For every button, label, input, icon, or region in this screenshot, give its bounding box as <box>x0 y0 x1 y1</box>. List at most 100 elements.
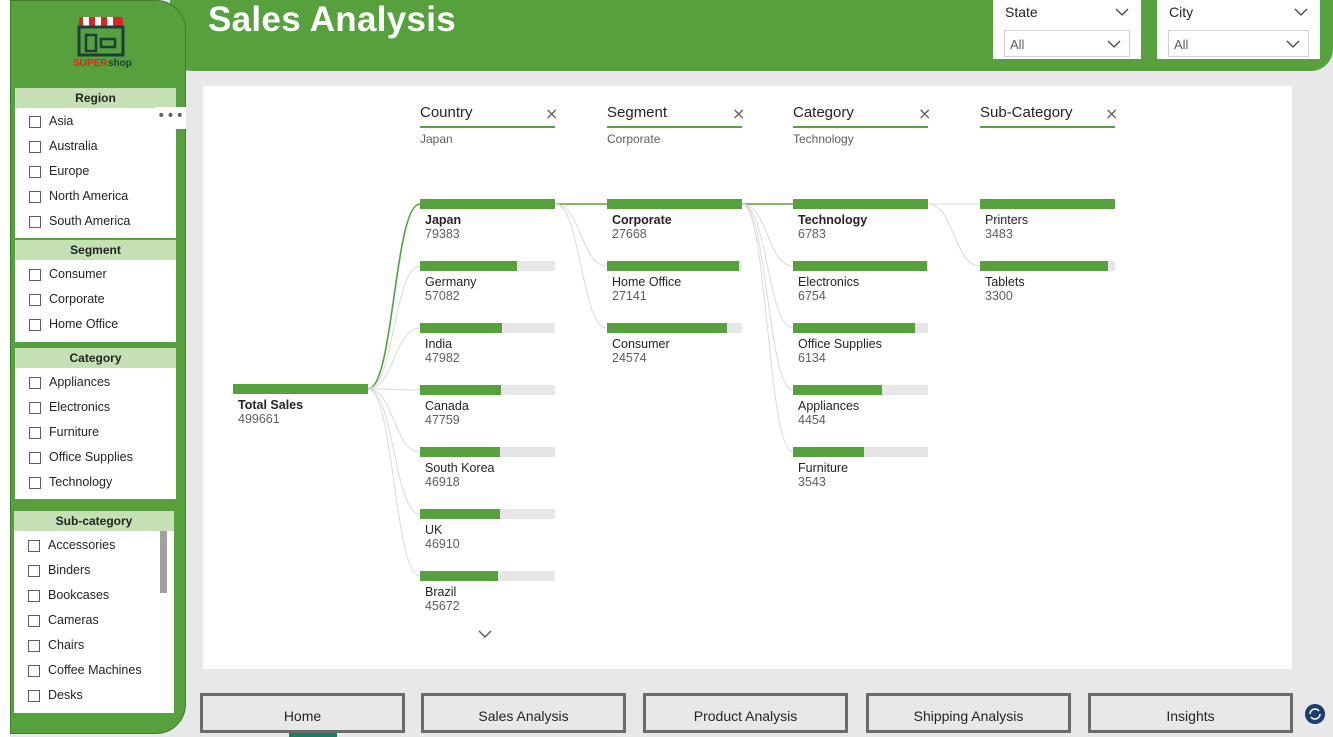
node-value: 57082 <box>425 289 460 303</box>
tree-node-canada[interactable]: Canada 47759 <box>420 385 555 427</box>
subcategory-option[interactable]: Desks <box>14 683 175 708</box>
tree-node-appliances[interactable]: Appliances 4454 <box>793 385 928 427</box>
subcategory-option[interactable]: Bookcases <box>14 583 175 608</box>
category-option[interactable]: Electronics <box>15 395 176 420</box>
tree-node-brazil[interactable]: Brazil 45672 <box>420 571 555 613</box>
node-value: 46918 <box>425 475 460 489</box>
nav-insights-button[interactable]: Insights <box>1088 693 1293 733</box>
checkbox[interactable] <box>29 477 41 489</box>
state-dropdown[interactable]: All <box>1004 30 1130 57</box>
node-label: Printers <box>985 213 1029 227</box>
node-bar <box>793 199 928 209</box>
tree-node-technology[interactable]: Technology 6783 <box>793 199 928 241</box>
region-option[interactable]: Australia <box>15 134 176 159</box>
checkbox[interactable] <box>29 166 41 178</box>
nav-home-button[interactable]: Home <box>200 693 405 733</box>
checkbox[interactable] <box>28 665 40 677</box>
level-selection: Japan <box>420 132 453 146</box>
checkbox[interactable] <box>29 402 41 414</box>
tree-node-electronics[interactable]: Electronics 6754 <box>793 261 928 303</box>
region-option[interactable]: Asia <box>15 109 176 134</box>
subcategory-option[interactable]: Cameras <box>14 608 175 633</box>
checkbox[interactable] <box>29 269 41 281</box>
checkbox[interactable] <box>28 640 40 652</box>
close-icon[interactable]: × <box>732 104 745 123</box>
node-bar-track <box>420 509 555 519</box>
segment-option[interactable]: Corporate <box>15 287 176 312</box>
tree-node-office-supplies[interactable]: Office Supplies 6134 <box>793 323 928 365</box>
category-option[interactable]: Technology <box>15 470 176 495</box>
category-option[interactable]: Appliances <box>15 370 176 395</box>
segment-option[interactable]: Home Office <box>15 312 176 337</box>
nav-sales-analysis-button[interactable]: Sales Analysis <box>421 693 626 733</box>
node-value: 6783 <box>798 227 826 241</box>
chevron-down-icon[interactable] <box>1115 5 1129 19</box>
node-label: South Korea <box>425 461 495 475</box>
node-bar <box>793 385 882 395</box>
tree-node-uk[interactable]: UK 46910 <box>420 509 555 551</box>
tree-node-printers[interactable]: Printers 3483 <box>980 199 1115 241</box>
chevron-down-icon[interactable] <box>1294 5 1308 19</box>
subcategory-option[interactable]: Chairs <box>14 633 175 658</box>
left-margin <box>0 0 10 737</box>
decomposition-tree: Country × Japan Segment × Corporate Cate… <box>203 86 1292 669</box>
tree-node-germany[interactable]: Germany 57082 <box>420 261 555 303</box>
level-underline <box>607 126 742 128</box>
checkbox[interactable] <box>29 377 41 389</box>
checkbox[interactable] <box>28 590 40 602</box>
region-option[interactable]: South America <box>15 209 176 234</box>
region-option[interactable]: North America <box>15 184 176 209</box>
subcategory-option[interactable]: Accessories <box>14 533 175 558</box>
node-value: 79383 <box>425 227 460 241</box>
checkbox[interactable] <box>29 452 41 464</box>
tree-node-home-office[interactable]: Home Office 27141 <box>607 261 742 303</box>
close-icon[interactable]: × <box>918 104 931 123</box>
close-icon[interactable]: × <box>1105 104 1118 123</box>
node-bar <box>980 199 1115 209</box>
checkbox[interactable] <box>29 116 41 128</box>
node-bar-track <box>793 385 928 395</box>
close-icon[interactable]: × <box>545 104 558 123</box>
svg-text:SUPER: SUPER <box>73 58 108 69</box>
tree-node-india[interactable]: India 47982 <box>420 323 555 365</box>
tree-node-corporate[interactable]: Corporate 27668 <box>607 199 742 241</box>
category-option[interactable]: Furniture <box>15 420 176 445</box>
connector <box>367 388 421 391</box>
more-options-icon[interactable]: ••• <box>156 107 186 129</box>
segment-option[interactable]: Consumer <box>15 262 176 287</box>
tree-node-south-korea[interactable]: South Korea 46918 <box>420 447 555 489</box>
nav-shipping-analysis-button[interactable]: Shipping Analysis <box>866 693 1071 733</box>
checkbox[interactable] <box>29 319 41 331</box>
subcategory-option[interactable]: Binders <box>14 558 175 583</box>
scrollbar[interactable] <box>160 531 167 593</box>
subcategory-option[interactable]: Coffee Machines <box>14 658 175 683</box>
city-dropdown[interactable]: All <box>1168 30 1309 57</box>
node-label: Appliances <box>798 399 860 413</box>
sync-icon[interactable] <box>1305 704 1325 724</box>
category-slicer: Category Appliances Electronics Furnitur… <box>15 348 176 499</box>
checkbox[interactable] <box>28 540 40 552</box>
node-bar <box>420 509 500 519</box>
level-underline <box>793 126 928 128</box>
checkbox[interactable] <box>28 565 40 577</box>
node-bar <box>793 261 927 271</box>
checkbox[interactable] <box>29 427 41 439</box>
checkbox[interactable] <box>29 191 41 203</box>
chevron-down-icon[interactable] <box>477 628 493 640</box>
checkbox[interactable] <box>29 216 41 228</box>
tree-node-japan[interactable]: Japan 79383 <box>420 199 555 241</box>
checkbox[interactable] <box>29 294 41 306</box>
tree-node-consumer[interactable]: Consumer 24574 <box>607 323 742 365</box>
node-value: 47982 <box>425 351 460 365</box>
tree-node-furniture[interactable]: Furniture 3543 <box>793 447 928 489</box>
tree-node-total-sales[interactable]: Total Sales 499661 <box>233 384 368 426</box>
node-label: Office Supplies <box>798 337 882 351</box>
checkbox[interactable] <box>28 615 40 627</box>
checkbox[interactable] <box>29 141 41 153</box>
nav-product-analysis-button[interactable]: Product Analysis <box>643 693 848 733</box>
tree-node-tablets[interactable]: Tablets 3300 <box>980 261 1115 303</box>
region-option[interactable]: Europe <box>15 159 176 184</box>
node-bar-track <box>980 199 1115 209</box>
category-option[interactable]: Office Supplies <box>15 445 176 470</box>
checkbox[interactable] <box>28 690 40 702</box>
